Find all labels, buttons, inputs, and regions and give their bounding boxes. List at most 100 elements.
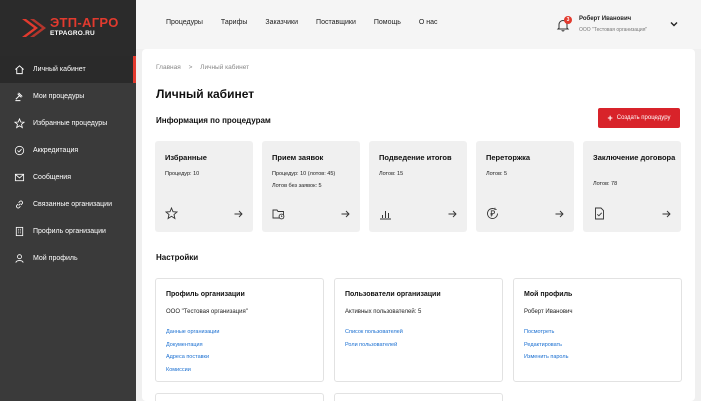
card-title: Прием заявок: [272, 153, 324, 162]
settings-box-partial: [155, 393, 324, 401]
card-contract[interactable]: Заключение договора Лотов: 78: [583, 141, 681, 232]
main-content: Главная > Личный кабинет Личный кабинет …: [142, 49, 695, 401]
settings-box-org-profile: Профиль организации ООО "Тестовая органи…: [155, 278, 324, 382]
card-stat: Лотов: 15: [379, 171, 404, 177]
bar-chart-icon: [380, 211, 391, 220]
star-icon: [14, 118, 25, 129]
arrow-right-icon: [448, 210, 457, 218]
gavel-icon: [15, 92, 23, 102]
folder-clock-icon: [272, 209, 285, 220]
nav-link-suppliers[interactable]: Поставщики: [316, 19, 356, 26]
breadcrumb-home[interactable]: Главная: [156, 64, 181, 71]
logo-icon: [22, 19, 46, 37]
sidebar-item-org-profile[interactable]: Профиль организации: [0, 218, 136, 245]
sidebar-item-dashboard[interactable]: Личный кабинет: [0, 56, 136, 83]
card-title: Подведение итогов: [379, 153, 452, 162]
nav-link-about[interactable]: О нас: [419, 19, 438, 26]
link-delivery-addresses[interactable]: Адреса поставки: [166, 352, 219, 365]
card-stat: Процедур: 10 (лотов: 45): [272, 171, 336, 177]
link-commissions[interactable]: Комиссии: [166, 365, 219, 378]
procedures-section-title: Информация по процедурам: [156, 116, 271, 125]
card-title: Заключение договора: [593, 153, 676, 162]
card-stat: Лотов без заявок: 5: [272, 183, 322, 189]
plus-icon: +: [607, 112, 613, 123]
nav-link-tariffs[interactable]: Тарифы: [221, 19, 247, 26]
link-org-data[interactable]: Данные организации: [166, 327, 219, 340]
settings-box-org-users: Пользователи организации Активных пользо…: [334, 278, 503, 382]
sidebar-item-label: Аккредитация: [33, 147, 79, 154]
create-procedure-label: Создать процедуру: [616, 115, 671, 121]
nav-link-procedures[interactable]: Процедуры: [166, 19, 203, 26]
link-view-profile[interactable]: Посмотреть: [524, 327, 568, 340]
user-org: ООО "Тестовая организация": [579, 27, 648, 33]
card-title: Переторжка: [486, 153, 531, 162]
sidebar-item-label: Сообщения: [33, 174, 71, 181]
link-user-roles[interactable]: Роли пользователей: [345, 340, 403, 353]
settings-box-value: Роберт Иванович: [524, 309, 573, 315]
logo[interactable]: ЭТП-АГРО ETPAGRO.RU: [0, 0, 136, 56]
breadcrumb-current: Личный кабинет: [200, 64, 250, 71]
sidebar: ЭТП-АГРО ETPAGRO.RU Личный кабинет Мои п…: [0, 0, 136, 401]
settings-box-title: Профиль организации: [166, 291, 245, 298]
star-icon: [165, 207, 178, 220]
sidebar-item-label: Личный кабинет: [33, 66, 86, 73]
settings-box-partial: [334, 393, 503, 401]
arrow-right-icon: [341, 210, 350, 218]
procedure-cards: Избранные Процедур: 10 Прием заявок Проц…: [155, 141, 682, 232]
arrow-right-icon: [662, 210, 671, 218]
top-header: Процедуры Тарифы Заказчики Поставщики По…: [136, 0, 701, 49]
settings-box-links: Посмотреть Редактировать Изменить пароль: [524, 327, 568, 365]
breadcrumb-separator: >: [188, 64, 193, 71]
nav-link-customers[interactable]: Заказчики: [265, 19, 298, 26]
sidebar-item-label: Профиль организации: [33, 228, 106, 235]
sidebar-item-my-profile[interactable]: Мой профиль: [0, 245, 136, 272]
settings-box-value: ООО "Тестовая организация": [166, 309, 248, 315]
settings-box-title: Пользователи организации: [345, 291, 441, 298]
building-icon: [15, 226, 24, 237]
sidebar-nav: Личный кабинет Мои процедуры Избранные п…: [0, 56, 136, 272]
link-icon: [16, 200, 23, 209]
envelope-icon: [14, 173, 25, 182]
sidebar-item-accreditation[interactable]: Аккредитация: [0, 137, 136, 164]
link-user-list[interactable]: Список пользователей: [345, 327, 403, 340]
page-title: Личный кабинет: [156, 87, 255, 101]
card-stat: Лотов: 5: [486, 171, 508, 177]
ruble-refresh-icon: [487, 207, 498, 219]
settings-box-title: Мой профиль: [524, 291, 573, 298]
top-nav: Процедуры Тарифы Заказчики Поставщики По…: [166, 19, 456, 26]
link-edit-profile[interactable]: Редактировать: [524, 340, 568, 353]
sidebar-item-favorites[interactable]: Избранные процедуры: [0, 110, 136, 137]
home-icon: [15, 65, 24, 75]
nav-link-help[interactable]: Помощь: [374, 19, 401, 26]
card-stat: Процедур: 10: [165, 171, 200, 177]
arrow-right-icon: [555, 210, 564, 218]
card-stat: Лотов: 78: [593, 181, 618, 187]
create-procedure-button[interactable]: + Создать процедуру: [598, 108, 680, 128]
breadcrumb: Главная > Личный кабинет: [156, 64, 255, 71]
settings-box-value: Активных пользователей: 5: [345, 309, 422, 315]
sidebar-item-label: Избранные процедуры: [33, 120, 108, 127]
document-check-icon: [595, 207, 604, 220]
card-rebidding[interactable]: Переторжка Лотов: 5: [476, 141, 574, 232]
logo-title: ЭТП-АГРО: [50, 15, 119, 30]
card-favorites[interactable]: Избранные Процедур: 10: [155, 141, 253, 232]
sidebar-item-my-procedures[interactable]: Мои процедуры: [0, 83, 136, 110]
arrow-right-icon: [234, 210, 243, 218]
chevron-down-icon[interactable]: [669, 19, 679, 29]
sidebar-item-label: Связанные организации: [33, 201, 112, 208]
settings-box-links: Список пользователей Роли пользователей: [345, 327, 403, 352]
sidebar-item-linked-orgs[interactable]: Связанные организации: [0, 191, 136, 218]
settings-section-title: Настройки: [156, 253, 199, 262]
card-applications[interactable]: Прием заявок Процедур: 10 (лотов: 45) Ло…: [262, 141, 360, 232]
check-circle-icon: [14, 145, 25, 156]
user-name[interactable]: Роберт Иванович: [579, 16, 631, 22]
sidebar-item-label: Мои процедуры: [33, 93, 85, 100]
sidebar-item-label: Мой профиль: [33, 255, 78, 262]
user-icon: [15, 254, 24, 263]
card-results[interactable]: Подведение итогов Лотов: 15: [369, 141, 467, 232]
link-change-password[interactable]: Изменить пароль: [524, 352, 568, 365]
notification-badge: 3: [564, 16, 572, 24]
link-documentation[interactable]: Документация: [166, 340, 219, 353]
logo-subtitle: ETPAGRO.RU: [50, 30, 95, 37]
sidebar-item-messages[interactable]: Сообщения: [0, 164, 136, 191]
